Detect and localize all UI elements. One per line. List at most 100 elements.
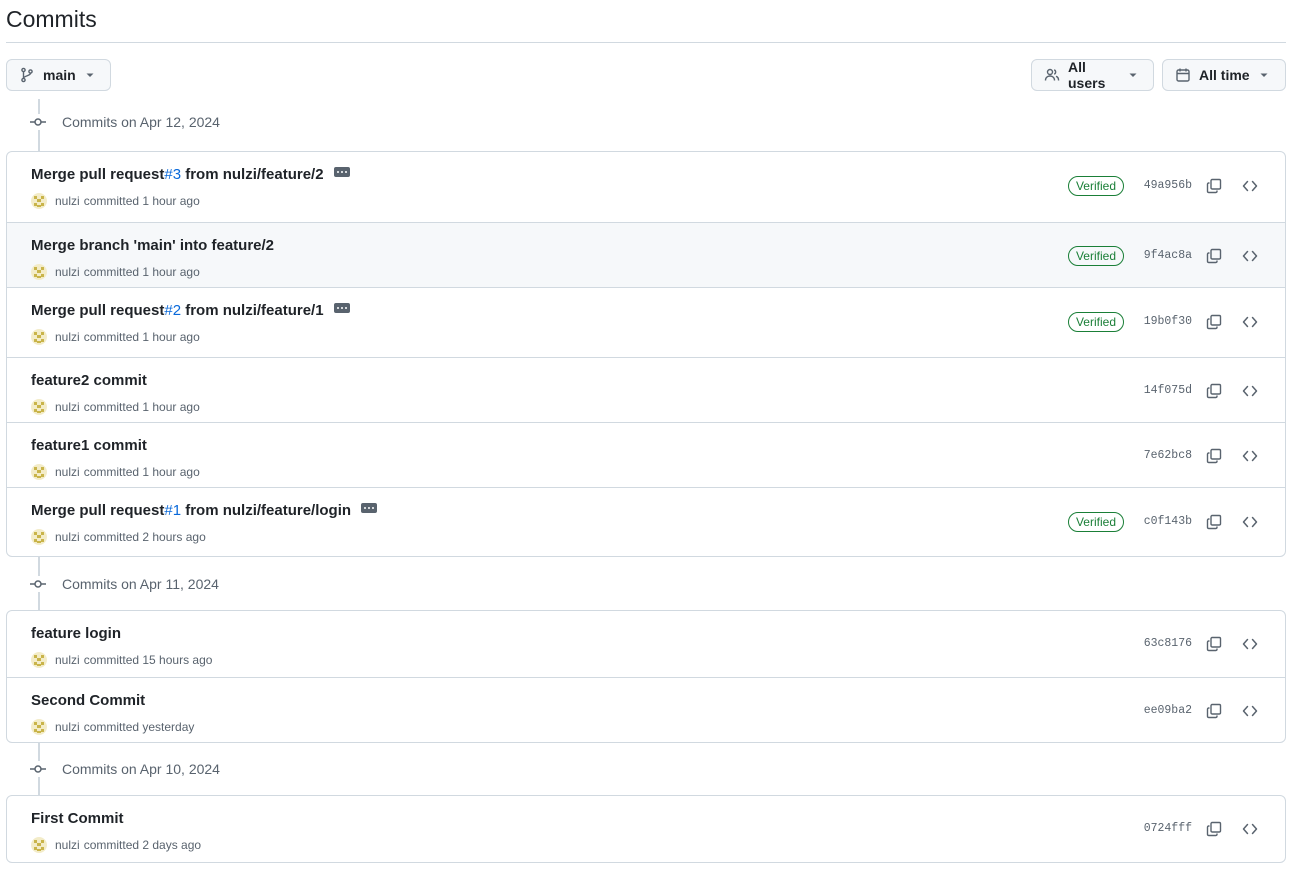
code-icon[interactable] (1241, 702, 1259, 720)
commit-message[interactable]: feature1 commit (31, 437, 147, 454)
avatar[interactable] (31, 837, 47, 853)
avatar[interactable] (31, 529, 47, 545)
commit-message-text[interactable]: First Commit (31, 810, 124, 827)
commit-message-text[interactable]: feature login (31, 625, 121, 642)
users-filter-button[interactable]: All users (1031, 59, 1154, 91)
avatar[interactable] (31, 464, 47, 480)
copy-icon[interactable] (1205, 513, 1223, 531)
avatar[interactable] (31, 719, 47, 735)
avatar[interactable] (31, 193, 47, 209)
commit-sha[interactable]: 14f075d (1144, 384, 1192, 397)
code-icon[interactable] (1241, 382, 1259, 400)
commit-message-text[interactable]: Merge pull request (31, 166, 164, 183)
commit-message-text[interactable]: Merge pull request (31, 502, 164, 519)
commit-message[interactable]: feature2 commit (31, 372, 147, 389)
commit-row: feature1 commit nulzi committed 1 hour ago… (7, 422, 1285, 487)
commit-message[interactable]: feature login (31, 625, 121, 642)
commit-message-text[interactable]: from nulzi/feature/login (181, 502, 351, 519)
pull-request-link[interactable]: #3 (164, 166, 181, 183)
copy-icon[interactable] (1205, 635, 1223, 653)
commit-author[interactable]: nulzi (55, 330, 80, 344)
commit-group-date: Commits on Apr 11, 2024 (62, 576, 219, 592)
caret-down-icon (82, 67, 98, 83)
copy-icon[interactable] (1205, 702, 1223, 720)
commit-meta: nulzi committed 2 days ago (31, 837, 201, 853)
verified-badge[interactable]: Verified (1067, 312, 1124, 332)
code-icon[interactable] (1241, 635, 1259, 653)
commit-message-text[interactable]: from nulzi/feature/1 (181, 302, 323, 319)
code-icon[interactable] (1241, 247, 1259, 265)
branch-selector-button[interactable]: main (6, 59, 111, 91)
commit-sha[interactable]: 9f4ac8a (1144, 249, 1192, 262)
people-icon (1044, 67, 1060, 83)
avatar[interactable] (31, 652, 47, 668)
commit-author[interactable]: nulzi (55, 720, 80, 734)
commit-sha[interactable]: c0f143b (1144, 515, 1192, 528)
expand-description-icon[interactable] (333, 166, 350, 177)
expand-description-icon[interactable] (361, 502, 378, 513)
commit-author[interactable]: nulzi (55, 400, 80, 414)
code-icon[interactable] (1241, 447, 1259, 465)
commit-sha[interactable]: ee09ba2 (1144, 704, 1192, 717)
commit-message-text[interactable]: from nulzi/feature/2 (181, 166, 323, 183)
commit-meta: nulzi committed yesterday (31, 719, 194, 735)
code-icon[interactable] (1241, 177, 1259, 195)
commit-sha[interactable]: 19b0f30 (1144, 315, 1192, 328)
avatar[interactable] (31, 329, 47, 345)
commit-group-header: Commits on Apr 12, 2024 (30, 111, 220, 133)
commit-message[interactable]: Merge pull request #3 from nulzi/feature… (31, 166, 350, 183)
commit-sha[interactable]: 63c8176 (1144, 637, 1192, 650)
copy-icon[interactable] (1205, 447, 1223, 465)
commit-message[interactable]: Merge branch 'main' into feature/2 (31, 237, 274, 254)
verified-badge[interactable]: Verified (1067, 245, 1124, 266)
verified-badge[interactable]: Verified (1067, 176, 1124, 196)
pull-request-link[interactable]: #1 (164, 502, 181, 519)
copy-icon[interactable] (1205, 820, 1223, 838)
commit-message[interactable]: Merge pull request #1 from nulzi/feature… (31, 502, 378, 519)
commits-page: Commits main All users All time Commits … (0, 0, 1294, 874)
expand-description-icon[interactable] (333, 302, 350, 313)
commit-message[interactable]: First Commit (31, 810, 124, 827)
page-title: Commits (6, 6, 97, 32)
commit-message-text[interactable]: Merge branch 'main' into feature/2 (31, 237, 274, 254)
commit-time: committed 1 hour ago (83, 400, 200, 414)
commit-sha[interactable]: 49a956b (1144, 179, 1192, 192)
commit-meta: nulzi committed 1 hour ago (31, 329, 200, 345)
time-filter-button[interactable]: All time (1162, 59, 1286, 91)
commit-author[interactable]: nulzi (55, 838, 80, 852)
copy-icon[interactable] (1205, 247, 1223, 265)
commit-message-text[interactable]: Merge pull request (31, 302, 164, 319)
commit-author[interactable]: nulzi (55, 530, 80, 544)
copy-icon[interactable] (1205, 177, 1223, 195)
commit-author[interactable]: nulzi (55, 194, 80, 208)
code-icon[interactable] (1241, 820, 1259, 838)
code-icon[interactable] (1241, 513, 1259, 531)
commit-sha[interactable]: 7e62bc8 (1144, 449, 1192, 462)
commit-message[interactable]: Merge pull request #2 from nulzi/feature… (31, 302, 350, 319)
commit-meta: nulzi committed 1 hour ago (31, 399, 200, 415)
commit-author[interactable]: nulzi (55, 465, 80, 479)
commit-row: First Commit nulzi committed 2 days ago 072… (7, 796, 1285, 862)
commit-time: committed 1 hour ago (83, 194, 200, 208)
commit-time: committed 1 hour ago (83, 265, 200, 279)
commit-row: Merge branch 'main' into feature/2 nulzi c… (7, 222, 1285, 287)
commit-message-text[interactable]: feature2 commit (31, 372, 147, 389)
commit-author[interactable]: nulzi (55, 265, 80, 279)
commit-group-header: Commits on Apr 10, 2024 (30, 758, 220, 780)
pull-request-link[interactable]: #2 (164, 302, 181, 319)
verified-badge[interactable]: Verified (1067, 511, 1124, 532)
commit-message-text[interactable]: feature1 commit (31, 437, 147, 454)
code-icon[interactable] (1241, 313, 1259, 331)
commit-list: feature login nulzi committed 15 hours ago… (6, 610, 1286, 743)
commit-message-text[interactable]: Second Commit (31, 692, 145, 709)
commit-list: First Commit nulzi committed 2 days ago 072… (6, 795, 1286, 863)
commit-row: Merge pull request #3 from nulzi/feature… (7, 152, 1285, 222)
avatar[interactable] (31, 399, 47, 415)
commit-author[interactable]: nulzi (55, 653, 80, 667)
copy-icon[interactable] (1205, 313, 1223, 331)
avatar[interactable] (31, 264, 47, 280)
commit-message[interactable]: Second Commit (31, 692, 145, 709)
commit-sha[interactable]: 0724fff (1144, 822, 1192, 835)
copy-icon[interactable] (1205, 382, 1223, 400)
commit-node-icon (30, 761, 46, 777)
